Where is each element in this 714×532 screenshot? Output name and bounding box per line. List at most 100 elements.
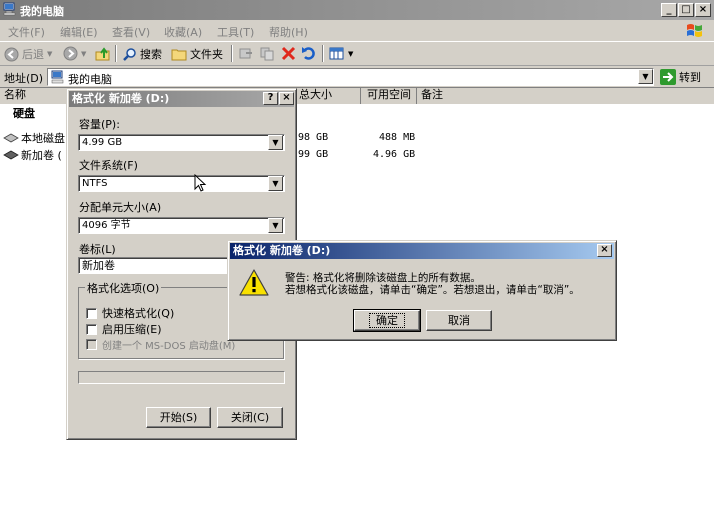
forward-dropdown-icon: ▼: [81, 49, 87, 58]
search-button[interactable]: 搜索: [122, 46, 162, 62]
back-button[interactable]: 后退 ▼: [4, 46, 52, 62]
go-label: 转到: [679, 71, 701, 84]
format-dialog-title: 格式化 新加卷 (D:): [72, 92, 170, 105]
group-hard-disks: 硬盘: [13, 107, 35, 120]
allocation-size-select[interactable]: 4096 字节 ▼: [78, 217, 285, 234]
up-folder-icon: [95, 47, 110, 61]
back-dropdown-icon: ▼: [47, 50, 53, 58]
copy-to-icon: [260, 47, 274, 61]
volume-label-label: 卷标(L): [79, 243, 116, 256]
drive-name: 本地磁盘: [21, 132, 65, 145]
my-computer-icon: [3, 2, 16, 16]
search-icon: [123, 47, 136, 61]
allocation-size-label: 分配单元大小(A): [79, 201, 162, 214]
menu-edit[interactable]: 编辑(E): [60, 24, 98, 40]
drive-icon: [3, 150, 19, 160]
my-computer-icon: [51, 70, 64, 84]
drive-free-space: 488 MB: [379, 132, 416, 143]
capacity-select[interactable]: 4.99 GB ▼: [78, 134, 285, 151]
menu-bar: 文件(F) 编辑(E) 查看(V) 收藏(A) 工具(T) 帮助(H): [0, 20, 714, 42]
close-dialog-button[interactable]: 关闭(C): [217, 407, 283, 428]
views-button[interactable]: ▼: [329, 46, 353, 61]
up-folder-button[interactable]: [95, 46, 111, 62]
ok-button[interactable]: 确定: [353, 309, 421, 332]
menu-favorites[interactable]: 收藏(A): [164, 24, 202, 40]
undo-button[interactable]: [301, 46, 317, 61]
folders-label: 文件夹: [190, 48, 223, 61]
copy-to-button[interactable]: [259, 46, 275, 61]
toolbar-separator: [231, 45, 233, 62]
address-value: 我的电脑: [68, 73, 112, 86]
filesystem-select[interactable]: NTFS ▼: [78, 175, 285, 192]
views-grid-icon: [329, 47, 344, 60]
format-dialog-close-button[interactable]: ×: [279, 92, 294, 105]
chevron-down-icon[interactable]: ▼: [268, 135, 283, 150]
views-dropdown-icon: ▼: [348, 49, 354, 58]
delete-button[interactable]: [281, 46, 296, 61]
toolbar: 后退 ▼ ▼ 搜索 文件夹 ▼: [0, 42, 714, 66]
msdos-startup-disk-checkbox[interactable]: 创建一个 MS-DOS 启动盘(M): [86, 337, 235, 352]
move-to-button[interactable]: [238, 46, 254, 61]
windows-logo-icon: [680, 21, 708, 41]
drive-total-size: 99 GB: [298, 149, 329, 160]
filesystem-label: 文件系统(F): [79, 159, 138, 172]
drive-icon: [3, 133, 19, 143]
go-arrow-icon: [660, 69, 676, 85]
format-options-label: 格式化选项(O): [85, 280, 162, 296]
menu-view[interactable]: 查看(V): [112, 24, 150, 40]
quick-format-checkbox[interactable]: 快速格式化(Q): [86, 305, 174, 321]
warning-message-line2: 若想格式化该磁盘，请单击“确定”。若想退出，请单击“取消”。: [285, 284, 580, 296]
warning-dialog: 格式化 新加卷 (D:) × 警告: 格式化将删除该磁盘上的所有数据。 若想格式…: [227, 240, 617, 341]
warning-dialog-close-button[interactable]: ×: [597, 244, 612, 257]
minimize-button[interactable]: _: [661, 3, 677, 17]
drive-name: 新加卷 (: [21, 149, 62, 162]
drive-free-space: 4.96 GB: [373, 149, 416, 160]
format-dialog-titlebar: 格式化 新加卷 (D:) ? ×: [69, 91, 294, 107]
maximize-button[interactable]: □: [678, 3, 694, 17]
start-button[interactable]: 开始(S): [146, 407, 211, 428]
checkbox-box: [86, 307, 97, 319]
move-to-icon: [239, 48, 252, 59]
forward-button[interactable]: ▼: [63, 46, 86, 61]
go-button[interactable]: 转到: [660, 69, 701, 85]
checkbox-box: [86, 339, 97, 350]
menu-file[interactable]: 文件(F): [8, 24, 45, 40]
drive-total-size: 98 GB: [298, 132, 329, 143]
enable-compression-checkbox[interactable]: 启用压缩(E): [86, 321, 162, 337]
warning-icon: [239, 269, 269, 296]
column-note[interactable]: 备注: [417, 88, 714, 104]
address-label: 地址(D): [4, 72, 44, 85]
warning-dialog-titlebar: 格式化 新加卷 (D:) ×: [230, 243, 614, 259]
format-progress-bar: [78, 371, 285, 384]
back-arrow-icon: [4, 47, 19, 61]
cancel-button[interactable]: 取消: [426, 310, 492, 331]
checkbox-box: [86, 323, 97, 335]
menu-tools[interactable]: 工具(T): [217, 24, 254, 40]
list-item[interactable]: 新加卷 (: [3, 147, 62, 163]
window-titlebar: 我的电脑 _ □ ×: [0, 0, 714, 20]
toolbar-separator: [322, 45, 324, 62]
chevron-down-icon[interactable]: ▼: [268, 176, 283, 191]
folders-button[interactable]: 文件夹: [171, 46, 223, 62]
mouse-cursor-icon: [194, 174, 207, 192]
address-input[interactable]: 我的电脑: [47, 68, 654, 86]
help-button[interactable]: ?: [263, 92, 278, 105]
warning-dialog-title: 格式化 新加卷 (D:): [233, 244, 331, 257]
undo-icon: [302, 47, 315, 60]
back-label: 后退: [22, 48, 44, 61]
address-dropdown-button[interactable]: ▼: [638, 69, 653, 84]
forward-arrow-icon: [63, 46, 78, 61]
column-free[interactable]: 可用空间: [361, 88, 417, 104]
folder-icon: [171, 49, 187, 60]
search-label: 搜索: [140, 48, 162, 61]
delete-x-icon: [281, 46, 296, 61]
toolbar-separator: [115, 45, 117, 62]
window-title: 我的电脑: [20, 5, 64, 18]
chevron-down-icon[interactable]: ▼: [268, 218, 283, 233]
ok-label: 确定: [369, 313, 405, 328]
menu-help[interactable]: 帮助(H): [269, 24, 308, 40]
close-button[interactable]: ×: [695, 3, 711, 17]
address-bar: 地址(D) 我的电脑 ▼ 转到: [0, 66, 714, 88]
list-item[interactable]: 本地磁盘: [3, 130, 65, 146]
capacity-label: 容量(P):: [79, 118, 120, 131]
